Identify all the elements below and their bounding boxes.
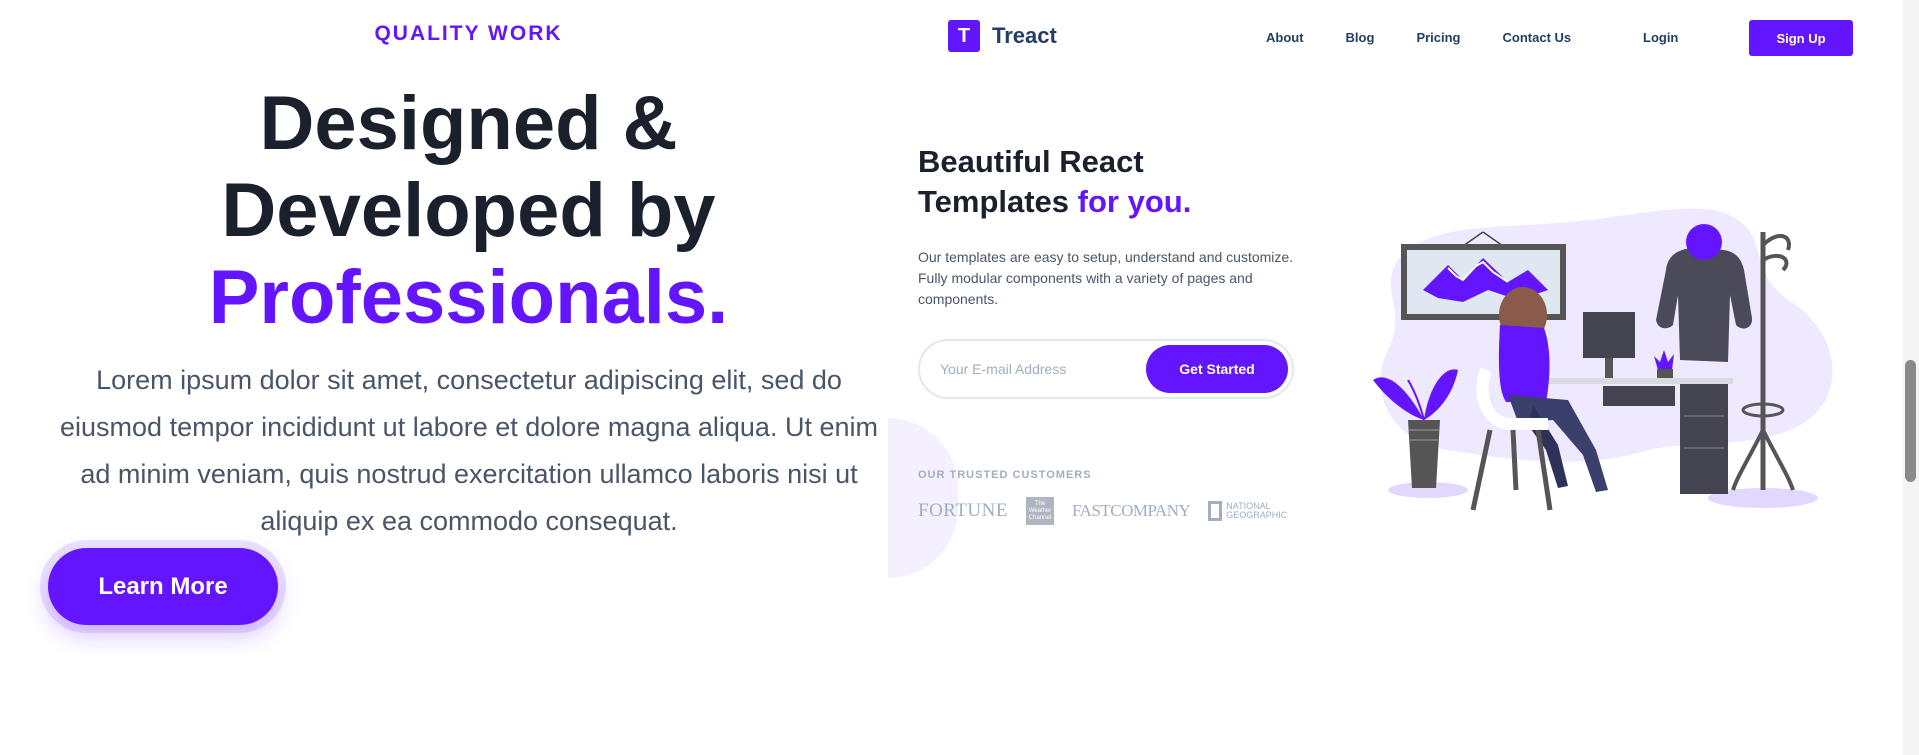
woman-at-desk-illustration	[1373, 208, 1833, 511]
customer-logos: FORTUNE The Weather Channel FASTCOMPANY …	[918, 497, 1288, 525]
scrollbar-thumb[interactable]	[1905, 360, 1916, 482]
template-preview: T Treact About Blog Pricing Contact Us L…	[888, 0, 1903, 755]
fast-company-logo: FASTCOMPANY	[1071, 501, 1191, 520]
preview-description: Our templates are easy to setup, underst…	[918, 249, 1294, 307]
desk-drawer	[1680, 384, 1728, 494]
jacket-hood	[1686, 224, 1722, 260]
nav-link-about[interactable]: About	[1266, 30, 1304, 45]
brand-name: Treact	[992, 23, 1057, 48]
headline-line-1: Designed &	[259, 81, 678, 166]
natgeo-text: NATIONAL GEOGRAPHIC	[1226, 501, 1288, 520]
hero-section: QUALITY WORK Designed & Developed by Pro…	[0, 0, 888, 755]
natgeo-frame-icon	[1208, 501, 1223, 521]
treact-logo-icon: T	[948, 20, 980, 52]
preview-heading: Beautiful React Templates for you.	[918, 142, 1298, 222]
hero-description: Lorem ipsum dolor sit amet, consectetur …	[60, 365, 878, 536]
headline-line-2: Developed by	[221, 168, 716, 253]
get-started-button[interactable]: Get Started	[1146, 345, 1288, 393]
national-geographic-logo: NATIONAL GEOGRAPHIC	[1208, 501, 1288, 521]
nav-links: About Blog Pricing Contact Us	[1266, 30, 1571, 45]
hero-headline: Designed & Developed by Professionals.	[0, 80, 937, 341]
weather-channel-logo: The Weather Channel	[1025, 497, 1054, 525]
woman-body	[1498, 325, 1550, 402]
login-link[interactable]: Login	[1643, 30, 1678, 45]
nav-link-blog[interactable]: Blog	[1346, 30, 1375, 45]
sign-up-button[interactable]: Sign Up	[1749, 20, 1853, 56]
preview-navbar: T Treact About Blog Pricing Contact Us L…	[918, 20, 1853, 58]
learn-more-button[interactable]: Learn More	[48, 548, 278, 625]
fortune-logo: FORTUNE	[918, 500, 1008, 521]
page-scrollbar[interactable]	[1903, 0, 1919, 755]
preview-heading-accent: for you.	[1077, 184, 1192, 219]
hero-eyebrow: QUALITY WORK	[374, 22, 563, 45]
email-form: Get Started	[918, 339, 1294, 399]
email-input[interactable]	[940, 357, 1140, 381]
desk-top	[1548, 378, 1733, 384]
monitor	[1583, 312, 1635, 358]
brand-logo[interactable]: T Treact	[948, 20, 1057, 52]
headline-accent: Professionals.	[208, 255, 729, 340]
nav-link-pricing[interactable]: Pricing	[1416, 30, 1460, 45]
trusted-customers-label: OUR TRUSTED CUSTOMERS	[918, 469, 1092, 481]
nav-link-contact[interactable]: Contact Us	[1503, 30, 1572, 45]
